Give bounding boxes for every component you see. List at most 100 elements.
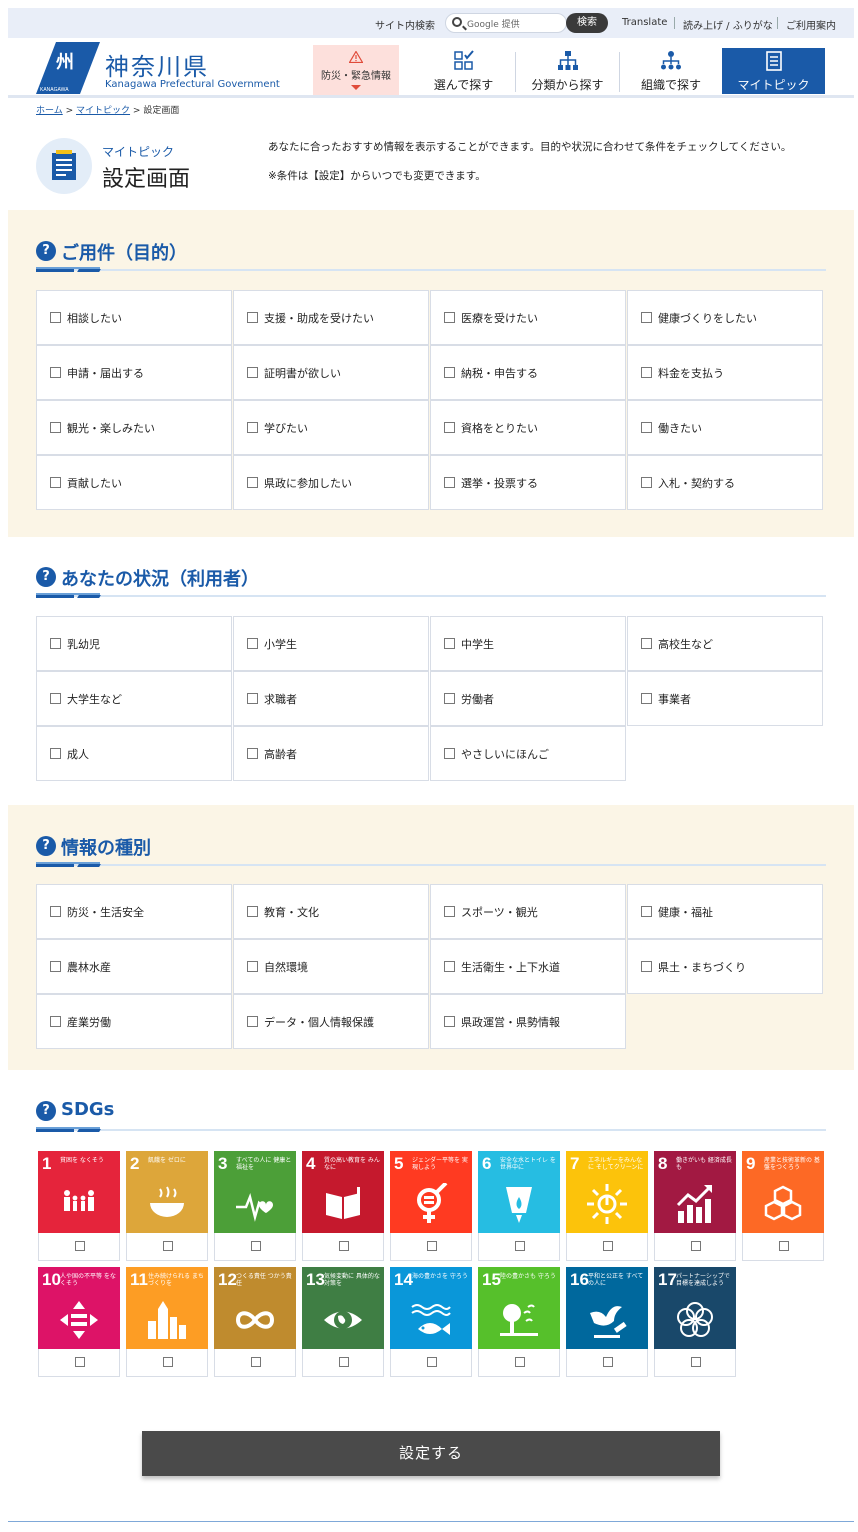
checkbox[interactable]	[163, 1357, 173, 1367]
checkbox[interactable]	[50, 906, 61, 917]
submit-button[interactable]: 設定する	[142, 1431, 720, 1476]
checkbox[interactable]	[251, 1357, 261, 1367]
checkbox[interactable]	[50, 422, 61, 433]
checkbox-option[interactable]: スポーツ・観光	[430, 884, 626, 939]
sdg-goal-1[interactable]: 1 貧困を なくそう	[36, 1149, 124, 1263]
checkbox[interactable]	[444, 422, 455, 433]
sdg-goal-3[interactable]: 3 すべての人に 健康と福祉を	[212, 1149, 300, 1263]
checkbox-option[interactable]: 事業者	[627, 671, 823, 726]
checkbox-option[interactable]: 支援・助成を受けたい	[233, 290, 429, 345]
checkbox[interactable]	[247, 422, 258, 433]
checkbox[interactable]	[691, 1241, 701, 1251]
read-aloud-link[interactable]: 読み上げ / ふりがな	[683, 17, 773, 32]
sdg-tile[interactable]: 9 産業と技術革新の 基盤をつくろう	[742, 1151, 824, 1233]
checkbox-option[interactable]: 教育・文化	[233, 884, 429, 939]
sdg-tile[interactable]: 8 働きがいも 経済成長も	[654, 1151, 736, 1233]
checkbox[interactable]	[75, 1241, 85, 1251]
checkbox[interactable]	[50, 638, 61, 649]
checkbox-option[interactable]: 県土・まちづくり	[627, 939, 823, 994]
checkbox[interactable]	[641, 422, 652, 433]
checkbox[interactable]	[339, 1241, 349, 1251]
sdg-tile[interactable]: 13 気候変動に 具体的な対策を	[302, 1267, 384, 1349]
checkbox[interactable]	[75, 1357, 85, 1367]
breadcrumb-mytopic[interactable]: マイトピック	[76, 106, 130, 116]
checkbox[interactable]	[247, 1016, 258, 1027]
checkbox[interactable]	[50, 961, 61, 972]
checkbox[interactable]	[247, 638, 258, 649]
sdg-goal-2[interactable]: 2 飢餓を ゼロに	[124, 1149, 212, 1263]
sdg-goal-6[interactable]: 6 安全な水とトイレ を世界中に	[476, 1149, 564, 1263]
sdg-goal-11[interactable]: 11 住み続けられる まちづくりを	[124, 1265, 212, 1379]
checkbox-option[interactable]: 高齢者	[233, 726, 429, 781]
sdg-checkbox-cell[interactable]	[654, 1233, 736, 1261]
checkbox-option[interactable]: 証明書が欲しい	[233, 345, 429, 400]
translate-link[interactable]: Translate	[622, 17, 667, 28]
sdg-tile[interactable]: 6 安全な水とトイレ を世界中に	[478, 1151, 560, 1233]
checkbox[interactable]	[50, 367, 61, 378]
checkbox-option[interactable]: 成人	[36, 726, 232, 781]
sdg-tile[interactable]: 16 平和と公正を すべての人に	[566, 1267, 648, 1349]
checkbox[interactable]	[779, 1241, 789, 1251]
checkbox[interactable]	[603, 1357, 613, 1367]
checkbox[interactable]	[247, 961, 258, 972]
sdg-checkbox-cell[interactable]	[302, 1233, 384, 1261]
sdg-goal-14[interactable]: 14 海の豊かさを 守ろう	[388, 1265, 476, 1379]
sdg-goal-5[interactable]: 5 ジェンダー平等を 実現しよう	[388, 1149, 476, 1263]
checkbox-option[interactable]: 資格をとりたい	[430, 400, 626, 455]
checkbox-option[interactable]: 入札・契約する	[627, 455, 823, 510]
checkbox-option[interactable]: 生活衛生・上下水道	[430, 939, 626, 994]
sdg-checkbox-cell[interactable]	[566, 1233, 648, 1261]
sdg-tile[interactable]: 15 陸の豊かさも 守ろう	[478, 1267, 560, 1349]
checkbox-option[interactable]: 防災・生活安全	[36, 884, 232, 939]
checkbox[interactable]	[444, 906, 455, 917]
sdg-checkbox-cell[interactable]	[742, 1233, 824, 1261]
sdg-tile[interactable]: 7 エネルギーをみんなに そしてクリーンに	[566, 1151, 648, 1233]
sdg-tile[interactable]: 2 飢餓を ゼロに	[126, 1151, 208, 1233]
checkbox-option[interactable]: 相談したい	[36, 290, 232, 345]
sdg-checkbox-cell[interactable]	[214, 1349, 296, 1377]
checkbox-option[interactable]: やさしいにほんご	[430, 726, 626, 781]
checkbox-option[interactable]: 大学生など	[36, 671, 232, 726]
checkbox-option[interactable]: 高校生など	[627, 616, 823, 671]
checkbox[interactable]	[247, 748, 258, 759]
checkbox[interactable]	[50, 693, 61, 704]
checkbox[interactable]	[427, 1241, 437, 1251]
checkbox[interactable]	[247, 906, 258, 917]
checkbox[interactable]	[444, 693, 455, 704]
nav-mytopic[interactable]: マイトピック	[722, 48, 825, 94]
nav-choose[interactable]: 選んで探す	[412, 48, 515, 94]
checkbox[interactable]	[641, 367, 652, 378]
nav-disaster-emergency[interactable]: 防災・緊急情報	[313, 45, 399, 95]
sdg-goal-16[interactable]: 16 平和と公正を すべての人に	[564, 1265, 652, 1379]
checkbox[interactable]	[444, 638, 455, 649]
sdg-tile[interactable]: 1 貧困を なくそう	[38, 1151, 120, 1233]
sdg-tile[interactable]: 3 すべての人に 健康と福祉を	[214, 1151, 296, 1233]
checkbox[interactable]	[50, 748, 61, 759]
checkbox[interactable]	[251, 1241, 261, 1251]
checkbox-option[interactable]: 求職者	[233, 671, 429, 726]
checkbox-option[interactable]: 中学生	[430, 616, 626, 671]
sdg-checkbox-cell[interactable]	[126, 1233, 208, 1261]
sdg-checkbox-cell[interactable]	[214, 1233, 296, 1261]
checkbox-option[interactable]: 小学生	[233, 616, 429, 671]
guide-link[interactable]: ご利用案内	[786, 17, 836, 32]
sdg-checkbox-cell[interactable]	[566, 1349, 648, 1377]
checkbox-option[interactable]: 農林水産	[36, 939, 232, 994]
sdg-checkbox-cell[interactable]	[126, 1349, 208, 1377]
sdg-goal-7[interactable]: 7 エネルギーをみんなに そしてクリーンに	[564, 1149, 652, 1263]
sdg-checkbox-cell[interactable]	[38, 1349, 120, 1377]
checkbox[interactable]	[163, 1241, 173, 1251]
checkbox-option[interactable]: 健康づくりをしたい	[627, 290, 823, 345]
sdg-goal-13[interactable]: 13 気候変動に 具体的な対策を	[300, 1265, 388, 1379]
checkbox-option[interactable]: データ・個人情報保護	[233, 994, 429, 1049]
checkbox[interactable]	[247, 693, 258, 704]
nav-organization[interactable]: 組織で探す	[620, 48, 722, 94]
checkbox[interactable]	[444, 477, 455, 488]
search-input[interactable]: Google 提供	[445, 13, 567, 33]
search-button[interactable]: 検索	[566, 13, 608, 33]
checkbox[interactable]	[515, 1357, 525, 1367]
checkbox[interactable]	[444, 312, 455, 323]
logo-title[interactable]: 神奈川県	[105, 47, 209, 82]
checkbox[interactable]	[444, 367, 455, 378]
checkbox[interactable]	[641, 477, 652, 488]
